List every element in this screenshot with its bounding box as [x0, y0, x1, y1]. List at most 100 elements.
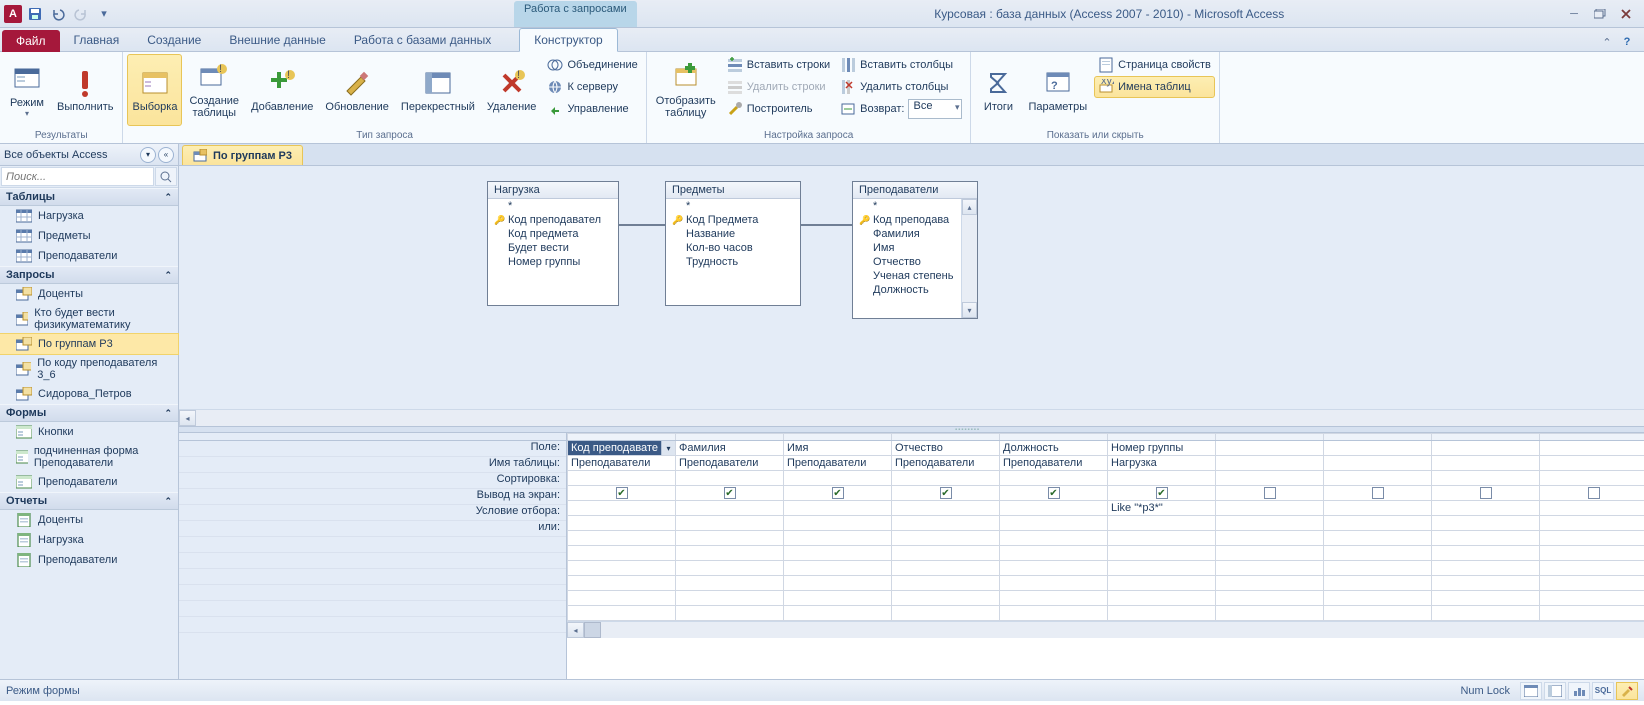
qbe-cell[interactable] — [1540, 531, 1644, 546]
qbe-cell[interactable] — [1432, 546, 1540, 561]
qbe-cell[interactable] — [1540, 576, 1644, 591]
qbe-cell[interactable] — [1000, 561, 1108, 576]
qbe-columns[interactable]: Код преподавате▾ФамилияИмяОтчествоДолжно… — [567, 433, 1644, 679]
search-icon[interactable] — [155, 167, 177, 186]
insert-cols-button[interactable]: Вставить столбцы — [836, 54, 966, 76]
nav-search-input[interactable] — [1, 167, 154, 186]
propsheet-button[interactable]: Страница свойств — [1094, 54, 1215, 76]
table-field[interactable]: * — [853, 199, 977, 213]
qbe-show-cell[interactable] — [1324, 486, 1432, 501]
qbe-cell[interactable] — [1000, 546, 1108, 561]
qbe-col-selector[interactable] — [676, 434, 784, 441]
qbe-cell[interactable] — [1216, 606, 1324, 621]
qbe-col-selector[interactable] — [892, 434, 1000, 441]
qbe-cell[interactable] — [892, 576, 1000, 591]
table-field[interactable]: Отчество — [853, 255, 977, 269]
qbe-cell[interactable] — [784, 576, 892, 591]
table-field[interactable]: Фамилия — [853, 227, 977, 241]
qbe-cell[interactable] — [568, 516, 676, 531]
qbe-criteria-cell[interactable] — [1216, 501, 1324, 516]
showtable-button[interactable]: Отобразить таблицу — [651, 54, 721, 126]
qbe-table-cell[interactable]: Преподаватели — [568, 456, 676, 471]
table-field[interactable]: Имя — [853, 241, 977, 255]
nav-item[interactable]: По коду преподавателя 3_6 — [0, 354, 178, 384]
qbe-cell[interactable] — [892, 606, 1000, 621]
qbe-cell[interactable] — [784, 516, 892, 531]
qbe-show-cell[interactable] — [1540, 486, 1644, 501]
qbe-cell[interactable] — [784, 591, 892, 606]
qbe-table-cell[interactable]: Преподаватели — [892, 456, 1000, 471]
qbe-table-cell[interactable] — [1216, 456, 1324, 471]
qbe-cell[interactable] — [1324, 606, 1432, 621]
qbe-col-selector[interactable] — [1324, 434, 1432, 441]
qat-redo-button[interactable] — [71, 4, 91, 24]
table-field[interactable]: Ученая степень — [853, 269, 977, 283]
qbe-sort-cell[interactable] — [1108, 471, 1216, 486]
qbe-field-cell[interactable]: Номер группы — [1108, 441, 1216, 456]
qbe-cell[interactable] — [1108, 576, 1216, 591]
qbe-cell[interactable] — [676, 561, 784, 576]
qbe-field-cell[interactable] — [1324, 441, 1432, 456]
delete-cols-button[interactable]: Удалить столбцы — [836, 76, 966, 98]
nav-item[interactable]: Нагрузка — [0, 530, 178, 550]
passthrough-button[interactable]: К серверу — [543, 76, 641, 98]
qbe-field-cell[interactable]: Должность — [1000, 441, 1108, 456]
qbe-cell[interactable] — [1324, 516, 1432, 531]
qbe-cell[interactable] — [1108, 516, 1216, 531]
tablenames-button[interactable]: xyzИмена таблиц — [1094, 76, 1215, 98]
tab-database-tools[interactable]: Работа с базами данных — [340, 29, 505, 51]
qbe-show-cell[interactable]: ✔ — [676, 486, 784, 501]
qbe-criteria-cell[interactable] — [568, 501, 676, 516]
qbe-cell[interactable] — [1216, 531, 1324, 546]
qbe-cell[interactable] — [676, 531, 784, 546]
qbe-field-cell[interactable] — [1540, 441, 1644, 456]
qbe-show-cell[interactable]: ✔ — [1108, 486, 1216, 501]
builder-button[interactable]: Построитель — [723, 98, 834, 120]
qbe-cell[interactable] — [1000, 531, 1108, 546]
qbe-cell[interactable] — [1432, 516, 1540, 531]
qbe-field-cell[interactable] — [1432, 441, 1540, 456]
maketable-button[interactable]: ! Создание таблицы — [184, 54, 244, 126]
table-field[interactable]: Номер группы — [488, 255, 618, 269]
qbe-criteria-cell[interactable] — [784, 501, 892, 516]
tablebox-title[interactable]: Предметы — [666, 182, 800, 199]
qbe-cell[interactable] — [1000, 576, 1108, 591]
qbe-cell[interactable] — [676, 591, 784, 606]
table-field[interactable]: Трудность — [666, 255, 800, 269]
nav-cat-reports[interactable]: Отчеты⌃ — [0, 492, 178, 510]
view-design-button[interactable] — [1616, 682, 1638, 700]
design-splitter[interactable]: ▪▪▪▪▪▪▪▪ — [179, 426, 1644, 433]
table-nagruzka[interactable]: Нагрузка*🔑Код преподавателКод предметаБу… — [487, 181, 619, 306]
tablebox-scrollbar[interactable]: ▴▾ — [961, 199, 977, 318]
table-predmety[interactable]: Предметы*🔑Код ПредметаНазваниеКол-во час… — [665, 181, 801, 306]
qbe-cell[interactable] — [676, 606, 784, 621]
nav-header[interactable]: Все объекты Access ▾ « — [0, 144, 178, 166]
qbe-sort-cell[interactable] — [1000, 471, 1108, 486]
qbe-cell[interactable] — [1324, 546, 1432, 561]
nav-item[interactable]: Преподаватели — [0, 472, 178, 492]
qbe-table-cell[interactable] — [1540, 456, 1644, 471]
qbe-cell[interactable] — [1108, 591, 1216, 606]
dropdown-icon[interactable]: ▾ — [661, 441, 675, 455]
qbe-show-cell[interactable]: ✔ — [1000, 486, 1108, 501]
run-button[interactable]: Выполнить — [52, 54, 118, 126]
qbe-sort-cell[interactable] — [676, 471, 784, 486]
nav-item[interactable]: Предметы — [0, 226, 178, 246]
qbe-cell[interactable] — [1324, 531, 1432, 546]
qbe-cell[interactable] — [1324, 561, 1432, 576]
qbe-cell[interactable] — [1540, 591, 1644, 606]
nav-item[interactable]: По группам Р3 — [0, 334, 178, 354]
qbe-show-cell[interactable]: ✔ — [784, 486, 892, 501]
tab-create[interactable]: Создание — [133, 29, 215, 51]
qbe-cell[interactable] — [1216, 546, 1324, 561]
params-button[interactable]: ? Параметры — [1023, 54, 1092, 126]
nav-item[interactable]: Кнопки — [0, 422, 178, 442]
qbe-criteria-cell[interactable] — [1000, 501, 1108, 516]
nav-item[interactable]: Доценты — [0, 284, 178, 304]
qbe-criteria-cell[interactable] — [1324, 501, 1432, 516]
nav-item[interactable]: Нагрузка — [0, 206, 178, 226]
qbe-cell[interactable] — [892, 591, 1000, 606]
qbe-cell[interactable] — [568, 546, 676, 561]
table-field[interactable]: Будет вести — [488, 241, 618, 255]
qbe-cell[interactable] — [568, 531, 676, 546]
